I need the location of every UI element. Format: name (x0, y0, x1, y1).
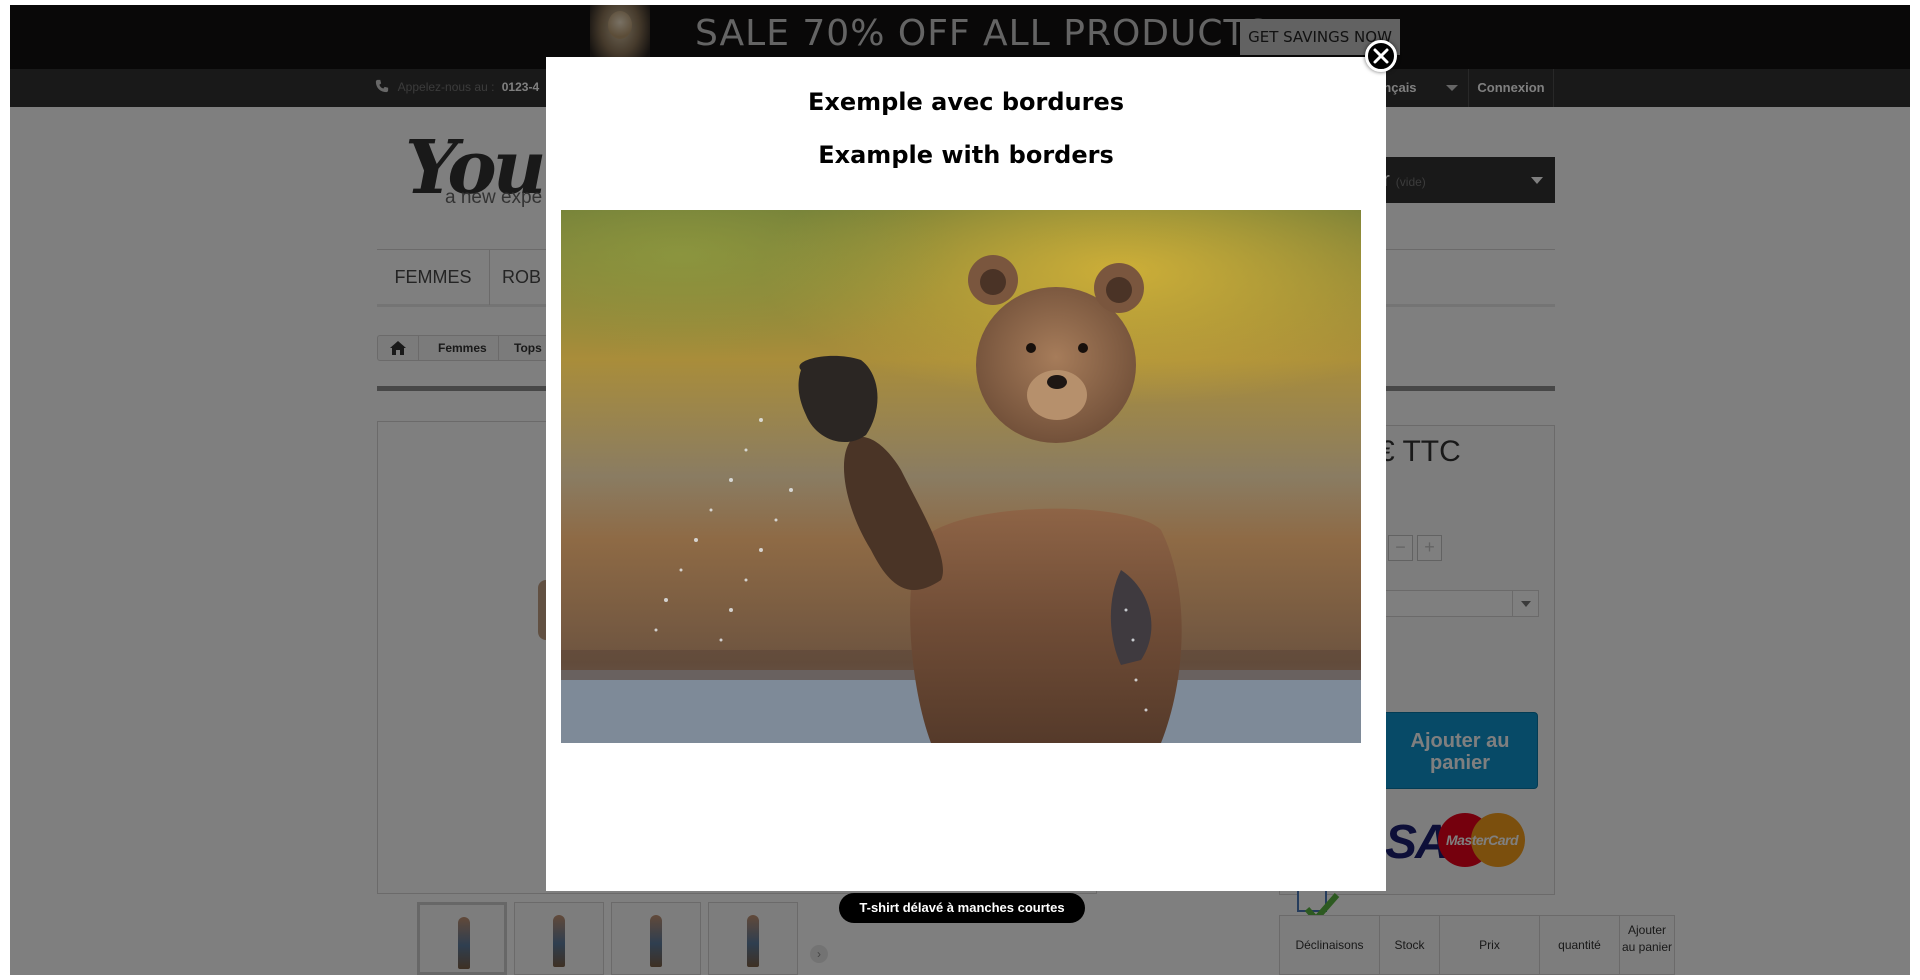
close-lightbox-button[interactable] (1365, 40, 1397, 72)
bear-photo (561, 210, 1361, 743)
close-icon (1373, 48, 1389, 64)
shop-page: SALE 70% OFF ALL PRODUCTS GET SAVINGS NO… (10, 5, 1910, 975)
page: SALE 70% OFF ALL PRODUCTS GET SAVINGS NO… (0, 0, 1920, 980)
lightbox-caption: T-shirt délavé à manches courtes (839, 893, 1085, 923)
lightbox-title-french: Exemple avec bordures (807, 88, 1125, 116)
lightbox-title-english: Example with borders (818, 141, 1114, 169)
lightbox-modal: Exemple avec bordures Example with borde… (546, 57, 1386, 891)
